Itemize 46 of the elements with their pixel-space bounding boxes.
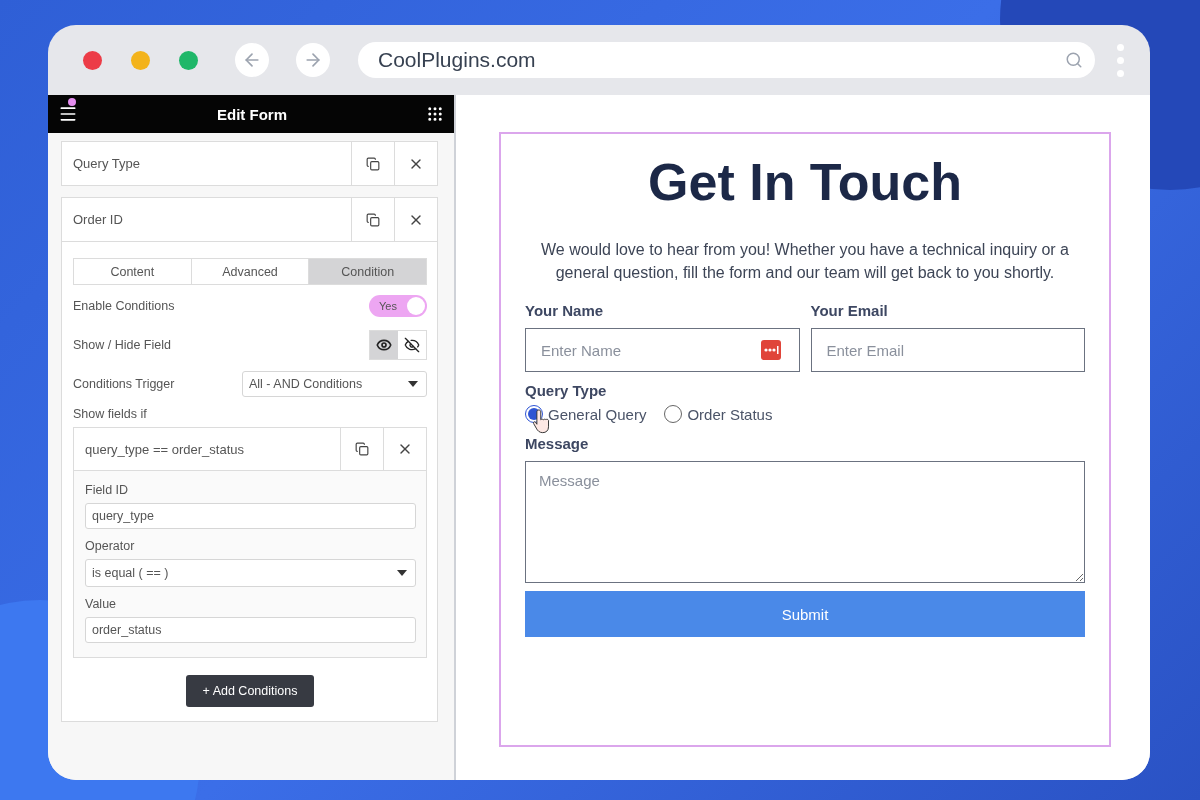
close-dot[interactable]	[83, 50, 102, 70]
email-label: Your Email	[810, 302, 889, 319]
value-input[interactable]: order_status	[85, 617, 416, 643]
field-id-input[interactable]: query_type	[85, 503, 416, 529]
search-icon[interactable]	[1065, 51, 1083, 69]
name-field[interactable]: Enter Name	[525, 328, 800, 372]
message-label: Message	[525, 435, 590, 452]
password-manager-icon[interactable]	[760, 340, 781, 360]
setting-label: Show / Hide Field	[73, 338, 171, 352]
field-label[interactable]: Query Type	[62, 142, 351, 185]
menu-icon[interactable]	[58, 104, 78, 124]
eye-slash-icon	[404, 337, 420, 353]
add-conditions-button[interactable]: + Add Conditions	[185, 675, 315, 707]
panel-title: Edit Form	[217, 105, 287, 123]
grid-icon[interactable]	[426, 105, 444, 123]
query-radio[interactable]: Order Status	[664, 405, 773, 423]
eye-icon	[376, 337, 392, 353]
query-type-label: Query Type	[525, 382, 608, 399]
operator-label: Operator	[85, 539, 136, 553]
conditions-toggle[interactable]: Yes	[369, 295, 427, 317]
back-button[interactable]	[235, 43, 269, 77]
eye-button[interactable]	[370, 331, 398, 359]
setting-label: Conditions Trigger	[73, 377, 175, 391]
message-field[interactable]: Message	[525, 461, 1085, 583]
copy-icon	[366, 212, 380, 227]
copy-icon	[355, 442, 369, 456]
minimize-dot[interactable]	[131, 50, 150, 70]
forward-button[interactable]	[296, 43, 330, 77]
form-title: Get In Touch	[647, 152, 963, 212]
field-label[interactable]: Order ID	[62, 198, 351, 241]
maximize-dot[interactable]	[179, 50, 198, 70]
setting-label: Enable Conditions	[73, 299, 175, 313]
caret-icon	[397, 570, 407, 576]
address-bar[interactable]: CoolPlugins.com	[358, 42, 1095, 78]
copy-icon	[366, 156, 380, 171]
name-label: Your Name	[525, 302, 605, 319]
operator-select[interactable]: is equal ( == )	[85, 559, 416, 587]
settings-tab[interactable]: Condition	[308, 259, 426, 284]
url-text: CoolPlugins.com	[378, 48, 537, 72]
section-label: Show fields if	[73, 407, 148, 421]
form-description: We would love to hear from you! Whether you have a technical inquiry or a general question, fill the form and our team will get back to you shortly.	[540, 240, 1070, 283]
caret-icon	[408, 381, 418, 387]
field-id-label: Field ID	[85, 483, 130, 497]
value-label: Value	[85, 597, 118, 611]
email-field[interactable]: Enter Email	[810, 328, 1085, 372]
trigger-select[interactable]: All - AND Conditions	[242, 371, 427, 397]
